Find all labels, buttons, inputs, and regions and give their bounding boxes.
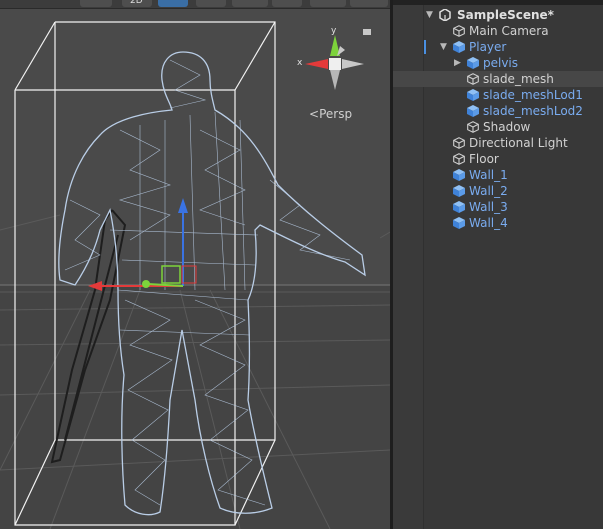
hierarchy-item[interactable]: Main Camera <box>393 23 603 39</box>
scene-name: SampleScene* <box>457 8 554 22</box>
hierarchy-item-label: slade_meshLod2 <box>483 104 583 118</box>
hierarchy-item-label: slade_mesh <box>483 72 554 86</box>
gizmo-lock-icon[interactable] <box>363 29 371 35</box>
audio-toggle-button[interactable] <box>196 0 226 7</box>
hierarchy-item[interactable]: slade_meshLod2 <box>393 103 603 119</box>
prefab-cube-icon <box>453 41 465 53</box>
hidden-objects-button[interactable] <box>272 0 302 7</box>
hierarchy-item[interactable]: slade_mesh <box>393 71 603 87</box>
prefab-cube-icon <box>467 89 479 101</box>
hierarchy-item[interactable]: Shadow <box>393 119 603 135</box>
prefab-cube-icon <box>453 185 465 197</box>
gizmo-x-label: x <box>297 58 303 68</box>
cube-outline-icon <box>453 25 465 37</box>
hierarchy-item-label: slade_meshLod1 <box>483 88 583 102</box>
prefab-cube-icon <box>453 217 465 229</box>
expand-arrow-icon[interactable]: ▼ <box>426 7 433 23</box>
hierarchy-item-label: Floor <box>469 152 499 166</box>
hierarchy-item-label: pelvis <box>483 56 519 70</box>
prefab-cube-icon <box>467 57 479 69</box>
lighting-toggle-button[interactable] <box>158 0 188 7</box>
hierarchy-item-label: Main Camera <box>469 24 549 38</box>
projection-label: Persp <box>319 107 353 121</box>
hierarchy-panel: ▼ SampleScene* Main Camera ▼ Player ▶ pelvis… <box>393 0 603 529</box>
hierarchy-item-label: Directional Light <box>469 136 568 150</box>
hierarchy-item-label: Wall_1 <box>469 168 508 182</box>
projection-toggle[interactable]: <Persp <box>309 107 352 121</box>
hierarchy-item[interactable]: Wall_1 <box>393 167 603 183</box>
scene-view[interactable]: 2D y x <Persp <box>0 0 390 529</box>
hierarchy-item[interactable]: Wall_2 <box>393 183 603 199</box>
effects-dropdown-button[interactable] <box>232 0 268 7</box>
hierarchy-item-label: Wall_2 <box>469 184 508 198</box>
cube-outline-icon <box>453 153 465 165</box>
prefab-cube-icon <box>453 201 465 213</box>
hierarchy-item[interactable]: ▼ Player <box>393 39 603 55</box>
prefab-cube-icon <box>453 169 465 181</box>
hierarchy-item[interactable]: Wall_3 <box>393 199 603 215</box>
camera-settings-button[interactable] <box>310 0 346 7</box>
gizmo-y-label: y <box>331 26 337 36</box>
hierarchy-item-label: Shadow <box>483 120 531 134</box>
scene-toolbar: 2D <box>0 0 390 9</box>
hierarchy-scene-row[interactable]: ▼ SampleScene* <box>393 7 603 23</box>
hierarchy-header <box>393 0 603 5</box>
scene-viewport[interactable] <box>0 0 390 529</box>
cube-outline-icon <box>467 121 479 133</box>
hierarchy-item[interactable]: Floor <box>393 151 603 167</box>
2d-toggle-label: 2D <box>130 0 143 6</box>
expand-arrow-icon[interactable]: ▼ <box>440 39 447 55</box>
cube-outline-icon <box>453 137 465 149</box>
unity-scene-icon <box>439 9 451 21</box>
gizmos-dropdown-button[interactable] <box>350 0 388 7</box>
draw-mode-button[interactable] <box>80 0 112 7</box>
perspective-icon: < <box>309 107 320 121</box>
2d-toggle-button[interactable]: 2D <box>122 0 152 7</box>
hierarchy-item[interactable]: ▶ pelvis <box>393 55 603 71</box>
hierarchy-item[interactable]: Directional Light <box>393 135 603 151</box>
hierarchy-item-label: Wall_3 <box>469 200 508 214</box>
collapse-arrow-icon[interactable]: ▶ <box>454 55 461 71</box>
hierarchy-item-label: Wall_4 <box>469 216 508 230</box>
cube-outline-icon <box>467 73 479 85</box>
hierarchy-item-label: Player <box>469 40 507 54</box>
prefab-cube-icon <box>467 105 479 117</box>
hierarchy-item[interactable]: slade_meshLod1 <box>393 87 603 103</box>
hierarchy-item[interactable]: Wall_4 <box>393 215 603 231</box>
